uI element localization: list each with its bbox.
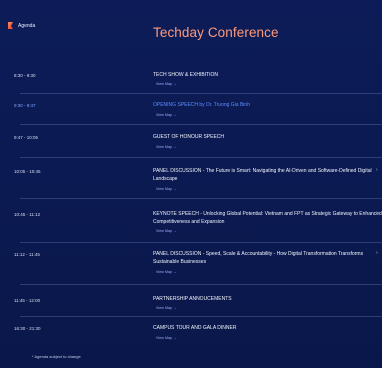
expand-arrow-icon[interactable]: › — [376, 167, 378, 173]
session-time: 16:30 - 21:30 — [14, 326, 41, 331]
view-map-link[interactable]: View Map → — [156, 145, 177, 149]
agenda-tab[interactable]: Agenda — [8, 22, 35, 29]
agenda-footnote: * Agenda subject to change — [32, 354, 81, 359]
row-divider — [20, 157, 382, 158]
session-title: CAMPUS TOUR AND GALA DINNER — [153, 325, 237, 331]
view-map-link[interactable]: View Map → — [156, 336, 177, 340]
view-map-link[interactable]: View Map → — [156, 113, 177, 117]
expand-arrow-icon[interactable]: › — [376, 210, 378, 216]
row-divider — [20, 242, 382, 243]
view-map-link[interactable]: View Map → — [156, 306, 177, 310]
view-map-link[interactable]: View Map → — [156, 82, 177, 86]
view-map-link[interactable]: View Map → — [156, 187, 177, 191]
session-time: 9:47 - 10:05 — [14, 135, 39, 140]
page-title: Techday Conference — [153, 25, 279, 40]
session-title: PARTNERSHIP ANNOUCEMENTS — [153, 296, 232, 302]
session-time: 11:12 - 11:45 — [14, 252, 40, 257]
session-title: PANEL DISCUSSION - Speed, Scale & Accoun… — [153, 251, 364, 265]
row-divider — [20, 93, 382, 94]
view-map-link[interactable]: View Map → — [156, 229, 177, 233]
agenda-tab-label: Agenda — [18, 22, 36, 29]
session-time: 8:30 - 9:30 — [14, 73, 36, 78]
session-title: TECH SHOW & EXHIBITION — [153, 72, 219, 78]
expand-arrow-icon[interactable]: › — [376, 250, 378, 256]
row-divider — [20, 124, 382, 125]
session-time: 11:45 - 12:00 — [14, 298, 41, 303]
session-time: 10:45 - 11:12 — [14, 212, 41, 217]
session-title: GUEST OF HONOUR SPEECH — [153, 134, 225, 140]
view-map-link[interactable]: View Map → — [156, 270, 177, 274]
flag-icon — [8, 22, 13, 29]
row-divider — [20, 198, 382, 199]
session-title: PANEL DISCUSSION - The Future is Smart: … — [153, 168, 372, 182]
session-time: 10:05 - 10:45 — [14, 169, 41, 174]
row-divider — [20, 316, 382, 317]
row-divider — [20, 284, 382, 285]
agenda-page: Agenda Techday Conference 8:30 - 9:30 TE… — [0, 0, 382, 368]
session-time: 9:30 - 9:47 — [14, 103, 36, 108]
session-title: OPENING SPEECH by Dr. Truong Gia Binh — [153, 102, 250, 108]
session-title: KEYNOTE SPEECH - Unlocking Global Potent… — [153, 211, 382, 225]
